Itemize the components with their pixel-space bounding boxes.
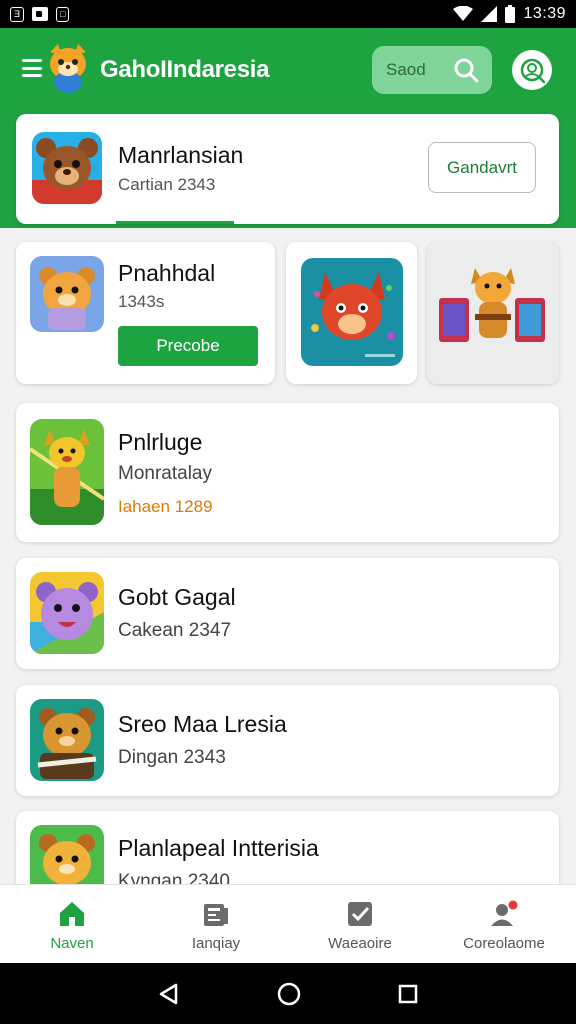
search-input[interactable]: Saod xyxy=(372,46,492,94)
list-item[interactable]: Sreo Maa Lresia Dingan 2343 xyxy=(16,685,559,796)
nav-label: Waeaoire xyxy=(328,935,392,952)
notification-chip-icon: Ǝ xyxy=(10,6,25,22)
app-logo xyxy=(50,44,86,93)
grid-card-1[interactable]: Pnahhdal 1343s Precobe xyxy=(16,242,275,384)
list-item-app-icon xyxy=(30,572,104,654)
nav-label: Naven xyxy=(50,935,94,952)
grid-card-1-title: Pnahhdal xyxy=(118,260,216,286)
featured-app-icon xyxy=(32,132,102,204)
nav-tab-profile[interactable]: Coreolaome xyxy=(432,885,576,963)
list-item-title: Pnlrluge xyxy=(118,429,203,455)
featured-title: Manrlansian xyxy=(118,142,244,168)
search-icon[interactable] xyxy=(452,56,480,84)
profile-icon xyxy=(491,900,518,926)
wifi-icon xyxy=(453,6,474,21)
grid-card-1-button[interactable]: Precobe xyxy=(118,326,258,366)
status-bar: Ǝ □ 13:39 xyxy=(0,0,576,28)
featured-action-button[interactable]: Gandavrt xyxy=(428,142,536,193)
grid-card-1-subtitle: 1343s xyxy=(118,292,165,311)
nav-label: Ianqiay xyxy=(191,935,241,952)
nav-tab-tasks[interactable]: Waeaoire xyxy=(288,885,432,963)
home-icon xyxy=(60,902,84,926)
list-item-app-icon xyxy=(30,699,104,781)
list-item-subtitle: Monratalay xyxy=(118,463,212,484)
image-notification-icon xyxy=(32,7,49,21)
app-header: GahoIIndaresia Saod Manrlansian Cartian … xyxy=(0,28,576,228)
grid-card-2[interactable] xyxy=(286,242,417,384)
system-navigation-bar xyxy=(0,963,576,1024)
profile-search-icon xyxy=(520,58,546,84)
signal-icon xyxy=(481,6,498,22)
news-icon xyxy=(204,904,228,926)
list-item-accent-text: Iahaen 1289 xyxy=(118,497,213,516)
list-item[interactable]: Pnlrluge Monratalay Iahaen 1289 xyxy=(16,403,559,542)
list-item-subtitle: Dingan 2343 xyxy=(118,747,226,768)
grid-card-1-app-icon xyxy=(30,256,104,332)
featured-card[interactable]: Manrlansian Cartian 2343 Gandavrt xyxy=(16,114,559,224)
top-bar: GahoIIndaresia Saod xyxy=(0,28,576,112)
app-notification-icon: □ xyxy=(56,6,70,22)
grid-card-3-illustration xyxy=(439,268,545,342)
clock: 13:39 xyxy=(523,5,566,22)
bottom-navigation: Naven Ianqiay Waeaoire Coreolaome xyxy=(0,884,576,963)
grid-card-3[interactable] xyxy=(427,242,559,384)
featured-tab-indicator xyxy=(116,221,234,224)
recents-icon[interactable] xyxy=(398,984,418,1004)
battery-icon xyxy=(505,5,516,23)
featured-subtitle: Cartian 2343 xyxy=(118,175,216,194)
list-item-app-icon xyxy=(30,419,104,525)
grid-card-2-app-icon xyxy=(301,258,403,366)
menu-icon[interactable] xyxy=(22,59,42,77)
back-icon[interactable] xyxy=(158,983,180,1005)
nav-tab-news[interactable]: Ianqiay xyxy=(144,885,288,963)
list-item[interactable]: Gobt Gagal Cakean 2347 xyxy=(16,558,559,669)
nav-tab-home[interactable]: Naven xyxy=(0,885,144,963)
list-item-title: Planlapeal Intterisia xyxy=(118,835,319,861)
list-item-title: Sreo Maa Lresia xyxy=(118,711,287,737)
app-title: GahoIIndaresia xyxy=(100,56,270,83)
nav-label: Coreolaome xyxy=(463,935,545,952)
list-item-title: Gobt Gagal xyxy=(118,584,236,610)
checkbox-icon xyxy=(348,902,372,926)
profile-button[interactable] xyxy=(512,50,552,90)
home-circle-icon[interactable] xyxy=(277,982,301,1006)
list-item-subtitle: Cakean 2347 xyxy=(118,620,232,641)
search-placeholder: Saod xyxy=(386,60,426,79)
